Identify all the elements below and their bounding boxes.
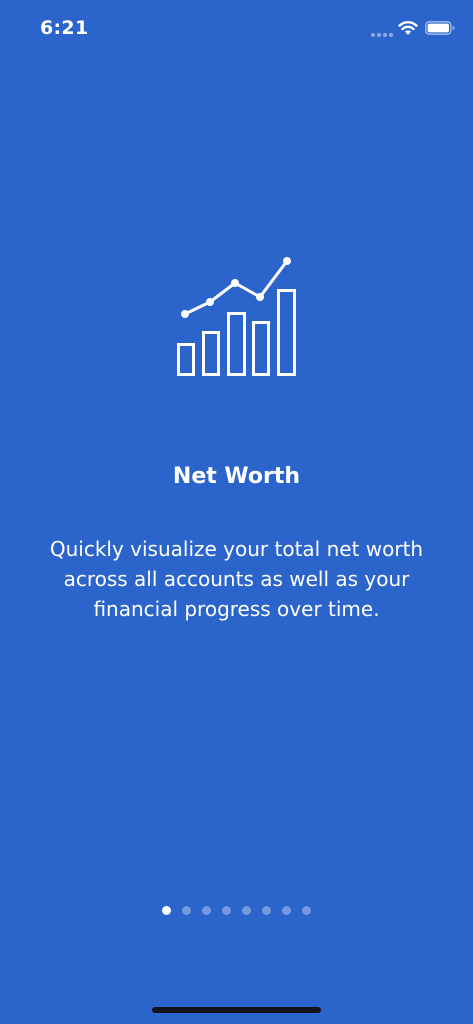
status-bar: 6:21 <box>0 0 473 60</box>
status-time: 6:21 <box>40 17 89 39</box>
page-dot-6[interactable] <box>262 906 271 915</box>
battery-icon <box>425 21 455 35</box>
page-indicator[interactable] <box>0 906 473 915</box>
page-dot-8[interactable] <box>302 906 311 915</box>
page-dot-1[interactable] <box>162 906 171 915</box>
signal-dots-icon <box>371 33 393 37</box>
page-title: Net Worth <box>172 464 301 489</box>
net-worth-chart-icon <box>177 257 296 376</box>
page-dot-2[interactable] <box>182 906 191 915</box>
home-indicator[interactable] <box>152 1007 321 1013</box>
page-dot-7[interactable] <box>282 906 291 915</box>
page-dot-3[interactable] <box>202 906 211 915</box>
page-description: Quickly visualize your total net worth a… <box>49 537 424 621</box>
page-dot-5[interactable] <box>242 906 251 915</box>
wifi-icon <box>398 21 418 35</box>
page-dot-4[interactable] <box>222 906 231 915</box>
